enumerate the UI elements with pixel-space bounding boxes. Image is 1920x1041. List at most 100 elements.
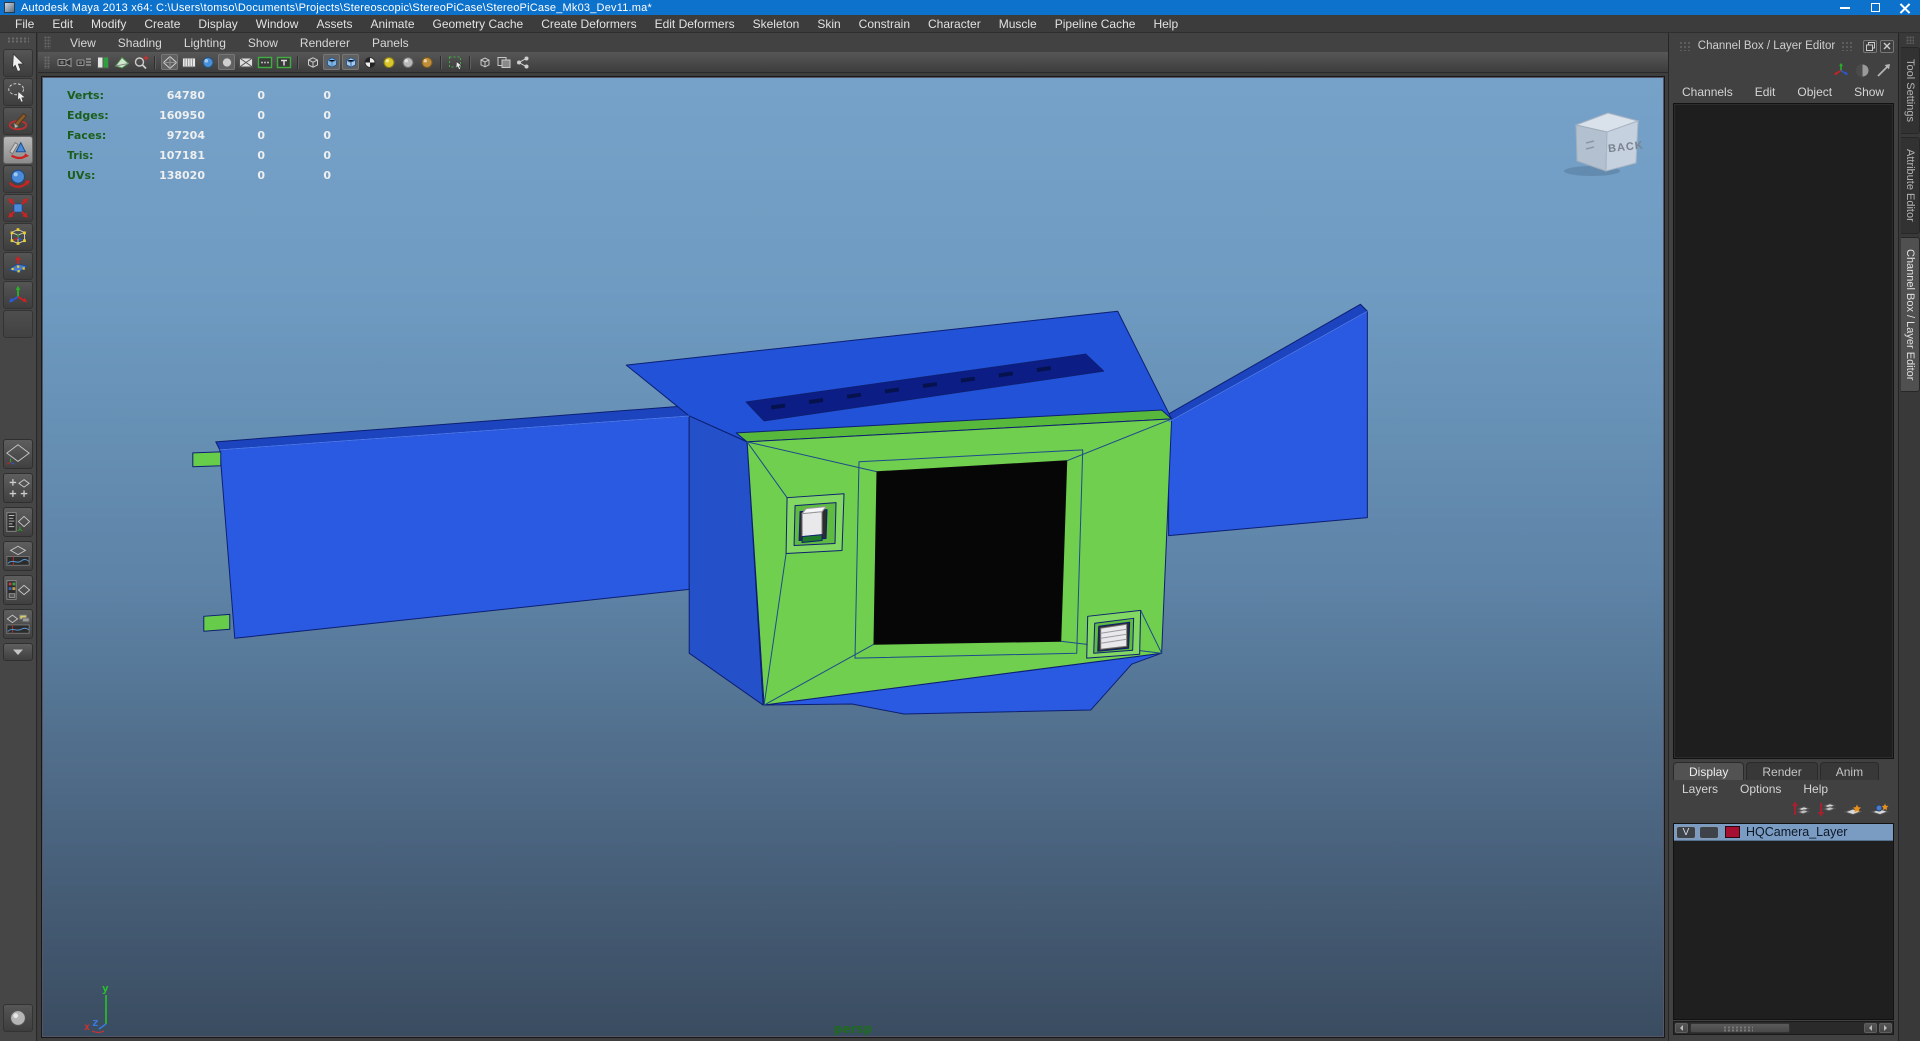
layer-horizontal-scrollbar[interactable] (1673, 1021, 1894, 1035)
menu-modify[interactable]: Modify (82, 17, 135, 31)
panel-menu-panels[interactable]: Panels (361, 36, 420, 50)
menu-help[interactable]: Help (1144, 17, 1187, 31)
resolution-gate-icon[interactable] (218, 54, 235, 70)
menu-create-deformers[interactable]: Create Deformers (532, 17, 645, 31)
menu-skeleton[interactable]: Skeleton (744, 17, 809, 31)
menu-display[interactable]: Display (189, 17, 246, 31)
cb-menu-edit[interactable]: Edit (1744, 85, 1787, 99)
menu-muscle[interactable]: Muscle (990, 17, 1046, 31)
maximize-button[interactable] (1860, 0, 1890, 15)
smooth-shade-all-icon[interactable] (323, 54, 340, 70)
cb-menu-object[interactable]: Object (1786, 85, 1843, 99)
layer-color-swatch[interactable] (1725, 826, 1740, 838)
tab-anim[interactable]: Anim (1820, 762, 1879, 780)
layer-name[interactable]: HQCamera_Layer (1746, 825, 1847, 839)
contrast-toggle-icon[interactable] (1855, 63, 1870, 78)
panel-menu-lighting[interactable]: Lighting (173, 36, 237, 50)
layer-menu-layers[interactable]: Layers (1671, 782, 1729, 796)
move-axis-icon[interactable] (1833, 63, 1849, 78)
wireframe-icon[interactable] (161, 54, 178, 70)
paint-select-tool-button[interactable] (3, 107, 33, 135)
panel-menu-shading[interactable]: Shading (107, 36, 173, 50)
safe-title-icon[interactable] (275, 54, 292, 70)
tab-channel-box-layer-editor[interactable]: Channel Box / Layer Editor (1901, 237, 1920, 392)
flat-shade-icon[interactable] (399, 54, 416, 70)
rotate-tool-button[interactable] (3, 165, 33, 193)
cb-menu-show[interactable]: Show (1843, 85, 1895, 99)
film-gate-icon[interactable] (180, 54, 197, 70)
scale-tool-button[interactable] (3, 194, 33, 222)
select-tool-button[interactable] (3, 49, 33, 77)
wireframe-cube-icon[interactable] (304, 54, 321, 70)
view-cube[interactable]: BACK (1562, 99, 1646, 179)
show-manipulator-button[interactable] (3, 281, 33, 309)
panel-restore-button[interactable] (1863, 40, 1877, 53)
layout-dropdown-button[interactable] (3, 643, 33, 661)
panel-menu-renderer[interactable]: Renderer (289, 36, 361, 50)
field-chart-icon[interactable] (237, 54, 254, 70)
layout-persp-multi-button[interactable] (3, 609, 33, 639)
panel-grip[interactable] (44, 36, 51, 49)
layer-menu-help[interactable]: Help (1792, 782, 1839, 796)
close-button[interactable] (1890, 0, 1920, 15)
channel-list-area[interactable] (1673, 103, 1894, 759)
create-layer-from-selected-icon[interactable] (1870, 801, 1890, 817)
layout-single-pane-button[interactable] (3, 439, 33, 469)
lasso-tool-button[interactable] (3, 78, 33, 106)
universal-manipulator-button[interactable] (3, 223, 33, 251)
tab-render[interactable]: Render (1746, 762, 1817, 780)
toolbar-grip[interactable] (44, 56, 50, 69)
move-tool-button[interactable] (3, 136, 33, 164)
stereopicase-model[interactable] (42, 77, 1664, 1037)
menu-animate[interactable]: Animate (361, 17, 423, 31)
create-empty-layer-icon[interactable] (1843, 801, 1863, 817)
scroll-right-button[interactable] (1879, 1023, 1892, 1033)
toolbox-bottom-button[interactable] (3, 1004, 33, 1032)
tab-attribute-editor[interactable]: Attribute Editor (1901, 137, 1920, 234)
move-layer-down-icon[interactable] (1817, 801, 1836, 817)
lighting-icon[interactable] (380, 54, 397, 70)
select-camera-icon[interactable] (56, 54, 73, 70)
textured-icon[interactable] (342, 54, 359, 70)
cb-menu-channels[interactable]: Channels (1671, 85, 1744, 99)
xray-icon[interactable] (495, 54, 512, 70)
zoom-region-icon[interactable] (132, 54, 149, 70)
camera-attributes-icon[interactable] (75, 54, 92, 70)
last-tool-button[interactable] (3, 310, 33, 338)
layer-visibility-toggle[interactable]: V (1676, 826, 1696, 839)
channel-box-grip[interactable] (1841, 41, 1854, 51)
tab-display[interactable]: Display (1673, 762, 1744, 780)
slider-arrow-icon[interactable] (1876, 63, 1892, 78)
highlight-selection-icon[interactable] (447, 54, 464, 70)
layout-four-pane-button[interactable] (3, 473, 33, 503)
panel-menu-show[interactable]: Show (237, 36, 289, 50)
view-cube-face-label[interactable]: BACK (1608, 140, 1645, 156)
plugin-shapes-icon[interactable] (514, 54, 531, 70)
menu-window[interactable]: Window (247, 17, 308, 31)
menu-skin[interactable]: Skin (808, 17, 849, 31)
isolate-select-icon[interactable] (476, 54, 493, 70)
image-plane-icon[interactable] (113, 54, 130, 70)
move-layer-up-icon[interactable] (1791, 801, 1810, 817)
layer-row[interactable]: V HQCamera_Layer (1674, 824, 1893, 841)
layer-list[interactable]: V HQCamera_Layer (1673, 823, 1894, 1020)
menu-edit-deformers[interactable]: Edit Deformers (646, 17, 744, 31)
smooth-shade-icon[interactable] (199, 54, 216, 70)
minimize-button[interactable] (1830, 0, 1860, 15)
layout-outliner-persp-button[interactable] (3, 507, 33, 537)
soft-modification-button[interactable] (3, 252, 33, 280)
menu-character[interactable]: Character (919, 17, 990, 31)
menu-pipeline-cache[interactable]: Pipeline Cache (1046, 17, 1145, 31)
layout-hypershade-persp-button[interactable] (3, 575, 33, 605)
layer-menu-options[interactable]: Options (1729, 782, 1792, 796)
toolbox-grip[interactable] (7, 37, 29, 43)
scroll-left-button-2[interactable] (1864, 1023, 1877, 1033)
menu-assets[interactable]: Assets (307, 17, 361, 31)
menu-create[interactable]: Create (135, 17, 189, 31)
channel-box-header[interactable]: Channel Box / Layer Editor (1669, 36, 1898, 56)
scroll-left-button[interactable] (1675, 1023, 1688, 1033)
window-titlebar[interactable]: Autodesk Maya 2013 x64: C:\Users\tomso\D… (0, 0, 1920, 15)
menu-file[interactable]: File (6, 17, 43, 31)
layout-persp-graph-button[interactable] (3, 541, 33, 571)
safe-action-icon[interactable] (256, 54, 273, 70)
